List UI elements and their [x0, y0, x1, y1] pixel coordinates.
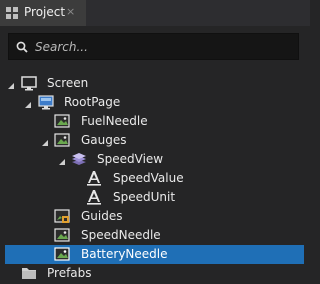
tree-item-label: SpeedValue — [113, 171, 184, 185]
search-input[interactable]: Search... — [35, 40, 88, 54]
tab-label: Project — [24, 5, 66, 19]
expand-arrow-icon[interactable] — [41, 136, 49, 146]
image-icon — [54, 246, 70, 262]
image-icon — [54, 227, 70, 243]
tree-item-speedunit[interactable]: SpeedUnit — [0, 188, 310, 207]
tree-item-label: SpeedUnit — [113, 190, 176, 204]
tree-item-label: Prefabs — [47, 266, 92, 280]
expand-arrow-icon[interactable] — [58, 155, 66, 165]
page-icon — [38, 94, 54, 110]
tree-item-speedvalue[interactable]: SpeedValue — [0, 169, 310, 188]
folder-icon — [21, 265, 37, 281]
tree-item-speedview[interactable]: SpeedView — [0, 150, 310, 169]
tree-item-prefabs[interactable]: Prefabs — [0, 264, 310, 283]
tree-item-label: FuelNeedle — [81, 114, 148, 128]
expand-arrow-icon[interactable] — [7, 79, 15, 89]
tree-item-rootpage[interactable]: RootPage — [0, 93, 310, 112]
image-lock-icon — [54, 208, 70, 224]
tree-item-label: Screen — [47, 76, 89, 90]
tree-item-gauges[interactable]: Gauges — [0, 131, 310, 150]
grid-icon — [6, 7, 18, 19]
image-icon — [54, 113, 70, 129]
tree-item-label: BatteryNeedle — [81, 247, 168, 261]
close-icon[interactable]: × — [66, 5, 75, 18]
layers-icon — [71, 151, 87, 167]
tree-item-guides[interactable]: Guides — [0, 207, 310, 226]
tab-project[interactable]: Project × — [0, 0, 86, 26]
tree-item-label: SpeedView — [97, 152, 164, 166]
tab-bar: Project × — [0, 0, 310, 26]
tree-item-label: Gauges — [81, 133, 127, 147]
search-icon — [16, 41, 28, 53]
image-icon — [54, 132, 70, 148]
search-box[interactable]: Search... — [8, 33, 299, 60]
tree-item-label: RootPage — [64, 95, 121, 109]
tree-item-speedneedle[interactable]: SpeedNeedle — [0, 226, 310, 245]
monitor-icon — [21, 75, 37, 91]
tree-item-fuelneedle[interactable]: FuelNeedle — [0, 112, 310, 131]
expand-arrow-icon[interactable] — [24, 98, 32, 108]
tree-item-batteryneedle[interactable]: BatteryNeedle — [5, 245, 304, 264]
tree-item-label: Guides — [81, 209, 123, 223]
text-icon — [86, 189, 102, 205]
text-icon — [86, 170, 102, 186]
tree-item-screen[interactable]: Screen — [0, 74, 310, 93]
tree-item-label: SpeedNeedle — [81, 228, 161, 242]
